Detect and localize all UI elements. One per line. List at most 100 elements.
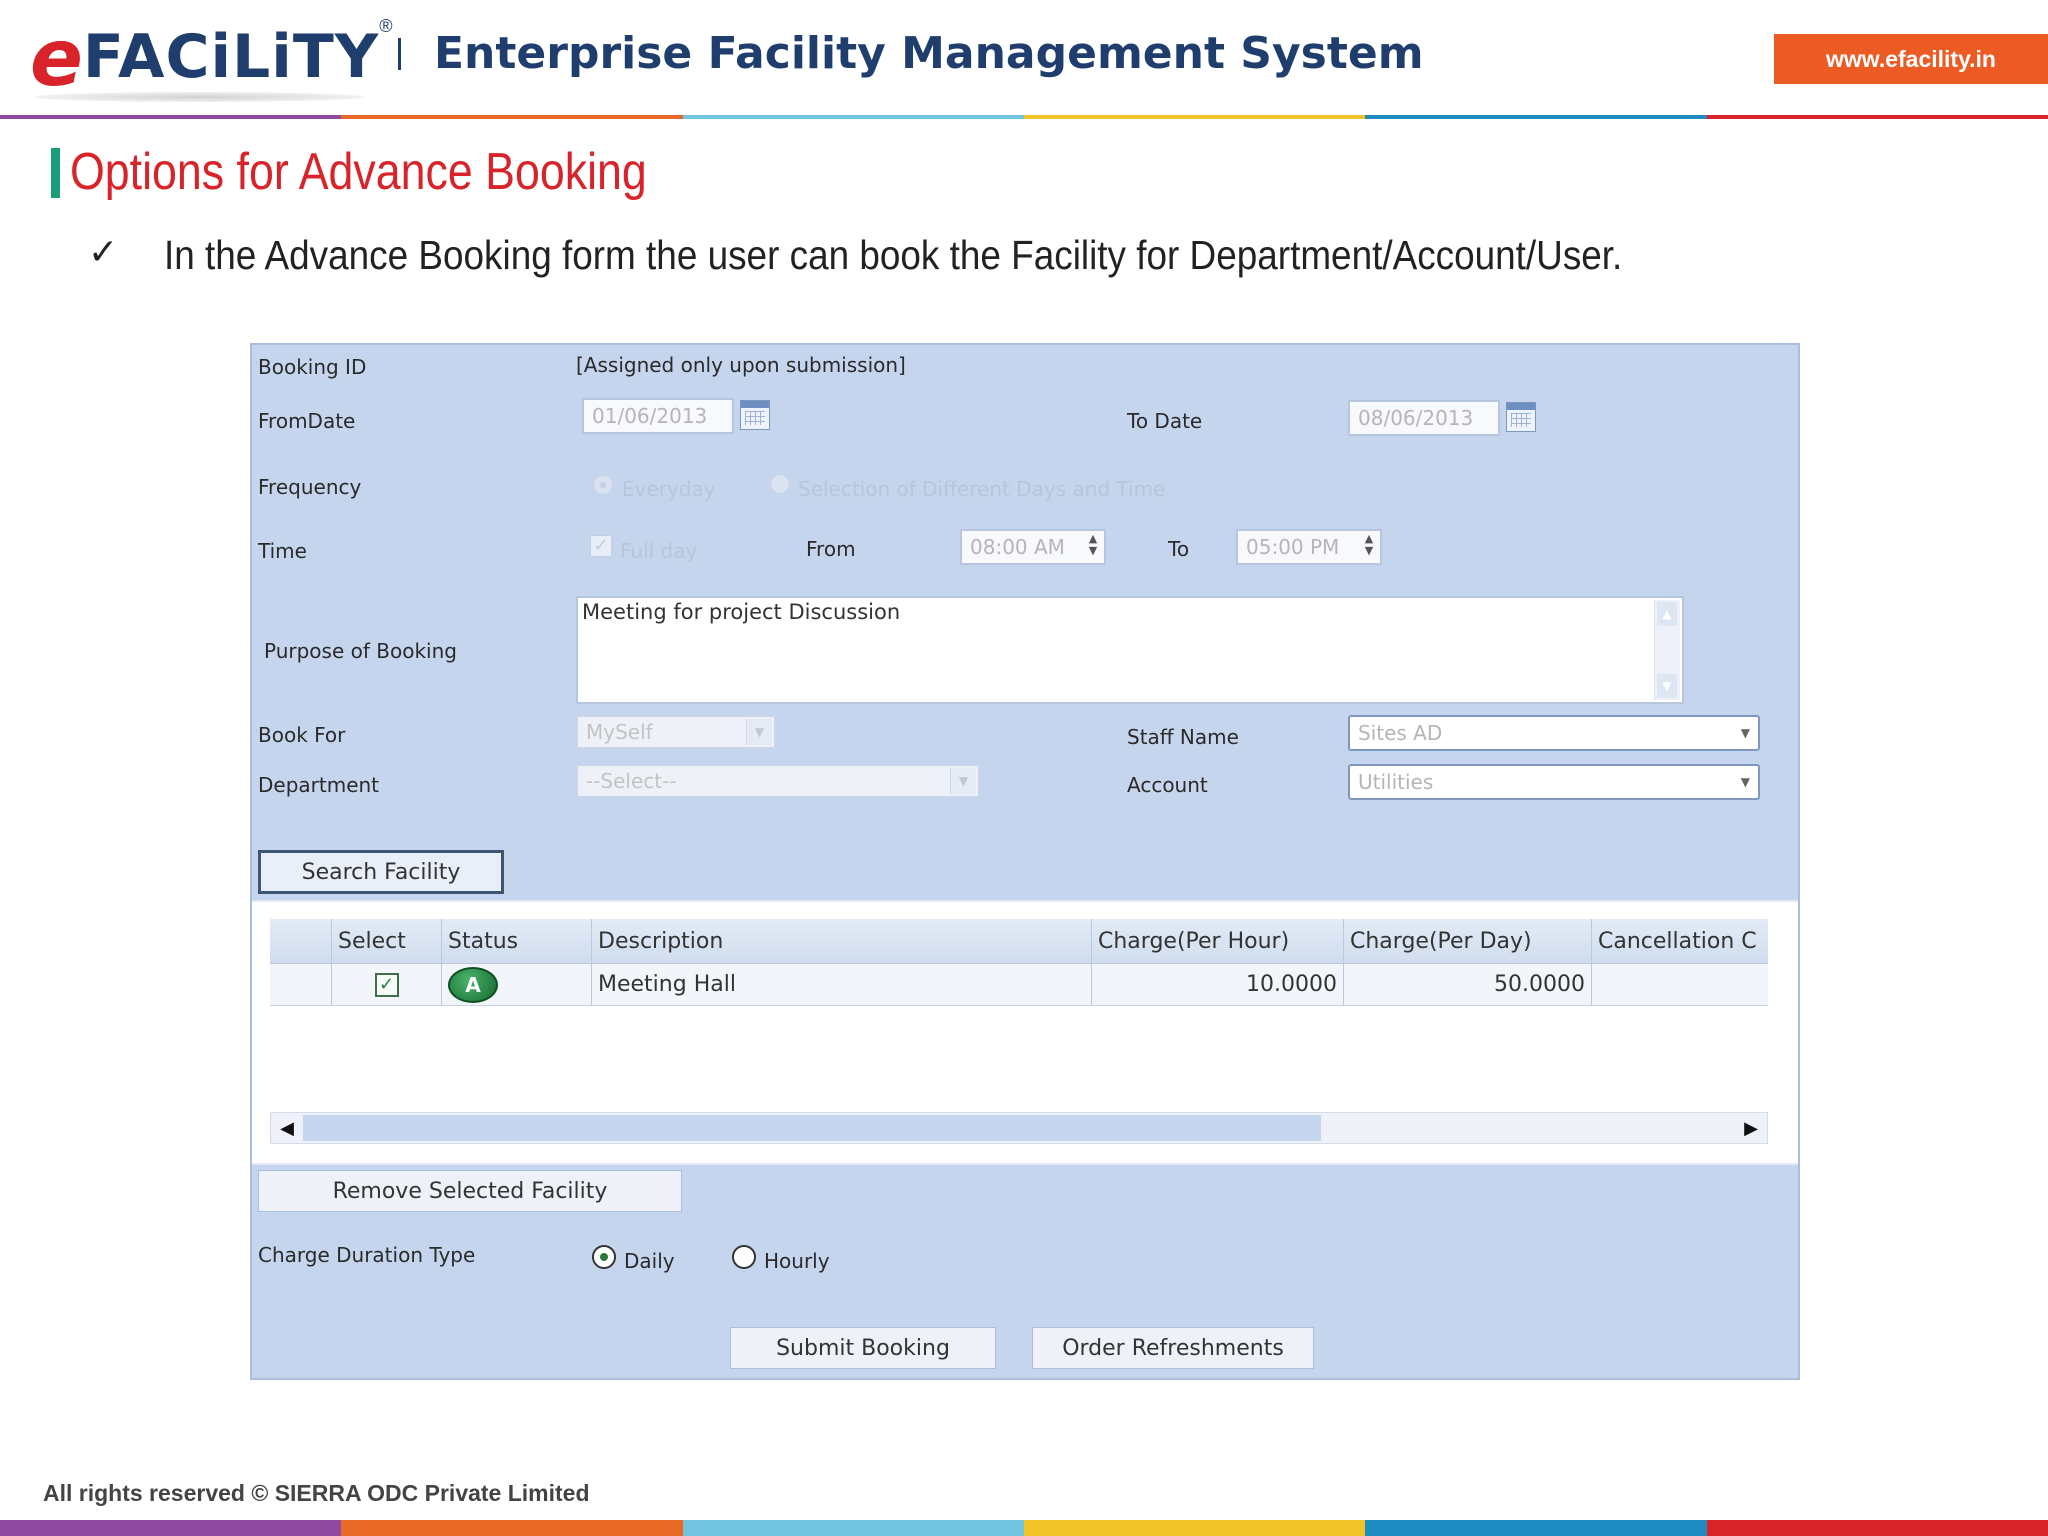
- section-title: Options for Advance Booking: [70, 143, 647, 201]
- full-day-checkbox[interactable]: ✓: [590, 535, 612, 557]
- book-for-label: Book For: [258, 723, 346, 747]
- scroll-up-icon[interactable]: ▲: [1657, 602, 1677, 626]
- bullet-text: In the Advance Booking form the user can…: [164, 232, 1623, 278]
- header-title: Enterprise Facility Management System: [434, 28, 1424, 79]
- calendar-icon[interactable]: [740, 400, 770, 430]
- checkmark-icon: ✓: [88, 232, 119, 273]
- chevron-down-icon: ▼: [950, 768, 976, 794]
- stripe-yellow: [1023, 1520, 1366, 1536]
- grid-header-blank: [270, 919, 332, 963]
- book-for-value: MySelf: [586, 720, 653, 744]
- department-select[interactable]: --Select-- ▼: [576, 764, 980, 798]
- to-date-input[interactable]: 08/06/2013: [1348, 400, 1500, 436]
- header-separator: [398, 38, 401, 70]
- spinner-icon[interactable]: ▲ ▼: [1362, 533, 1376, 559]
- footer-copyright: All rights reserved © SIERRA ODC Private…: [43, 1480, 590, 1506]
- staff-name-select[interactable]: Sites AD ▼: [1348, 715, 1760, 751]
- submit-booking-button[interactable]: Submit Booking: [730, 1327, 996, 1369]
- different-days-label: Selection of Different Days and Time: [798, 477, 1166, 501]
- stripe-red: [1706, 115, 2048, 119]
- row-charge-hour: 10.0000: [1092, 964, 1344, 1005]
- logo-wordmark: FACiLiTY: [82, 22, 380, 92]
- book-for-select[interactable]: MySelf ▼: [576, 715, 776, 749]
- daily-label: Daily: [624, 1249, 675, 1273]
- department-value: --Select--: [586, 769, 677, 793]
- row-select-cell[interactable]: ✓: [332, 964, 442, 1005]
- stripe-orange: [341, 1520, 683, 1536]
- charge-duration-label: Charge Duration Type: [258, 1243, 476, 1267]
- search-facility-button[interactable]: Search Facility: [258, 850, 504, 894]
- section-accent-bar: [51, 148, 60, 198]
- scrollbar-thumb[interactable]: [303, 1115, 1321, 1141]
- chevron-down-icon: ▼: [1740, 775, 1750, 789]
- scroll-right-icon[interactable]: ▶: [1737, 1115, 1765, 1141]
- stripe-purple: [0, 1520, 342, 1536]
- different-days-radio[interactable]: [770, 474, 790, 494]
- stripe-orange: [341, 115, 683, 119]
- hourly-label: Hourly: [764, 1249, 830, 1273]
- stripe-blue: [1365, 1520, 1707, 1536]
- advance-booking-form: Booking ID [Assigned only upon submissio…: [250, 343, 1800, 1380]
- from-date-input[interactable]: 01/06/2013: [582, 398, 734, 434]
- to-date-label: To Date: [1127, 409, 1203, 433]
- column-header-status[interactable]: Status: [442, 919, 592, 963]
- time-to-value: 05:00 PM: [1246, 535, 1340, 559]
- bottom-color-stripe: [0, 1520, 2048, 1536]
- time-to-input[interactable]: 05:00 PM ▲ ▼: [1236, 529, 1382, 565]
- account-label: Account: [1127, 773, 1208, 797]
- logo-e: e: [30, 14, 83, 104]
- hourly-radio[interactable]: [732, 1245, 756, 1269]
- full-day-label: Full day: [620, 539, 698, 563]
- everyday-radio[interactable]: [593, 475, 613, 495]
- table-row[interactable]: ✓ A Meeting Hall 10.0000 50.0000: [270, 964, 1768, 1006]
- booking-id-label: Booking ID: [258, 355, 367, 379]
- stripe-yellow: [1023, 115, 1366, 119]
- chevron-down-icon: ▼: [1740, 726, 1750, 740]
- grid-header: Select Status Description Charge(Per Hou…: [270, 919, 1768, 964]
- account-value: Utilities: [1358, 770, 1434, 794]
- column-header-charge-day[interactable]: Charge(Per Day): [1344, 919, 1592, 963]
- row-cancellation: [1592, 964, 1768, 1005]
- time-to-label: To: [1168, 537, 1190, 561]
- horizontal-scrollbar[interactable]: ◀ ▶: [270, 1112, 1768, 1144]
- row-description: Meeting Hall: [592, 964, 1092, 1005]
- efacility-logo: e FACiLiTY ®: [30, 14, 392, 104]
- account-select[interactable]: Utilities ▼: [1348, 764, 1760, 800]
- purpose-textarea[interactable]: Meeting for project Discussion ▲ ▼: [576, 596, 1684, 704]
- time-from-value: 08:00 AM: [970, 535, 1065, 559]
- website-link[interactable]: www.efacility.in: [1774, 34, 2048, 84]
- registered-mark: ®: [379, 16, 393, 36]
- everyday-label: Everyday: [622, 477, 716, 501]
- remove-facility-button[interactable]: Remove Selected Facility: [258, 1170, 682, 1212]
- booking-id-value: [Assigned only upon submission]: [576, 353, 906, 377]
- calendar-icon[interactable]: [1506, 402, 1536, 432]
- column-header-cancellation[interactable]: Cancellation C: [1592, 919, 1768, 963]
- textarea-scrollbar[interactable]: ▲ ▼: [1654, 600, 1680, 700]
- scroll-left-icon[interactable]: ◀: [273, 1115, 301, 1141]
- time-label: Time: [258, 539, 307, 563]
- stripe-purple: [0, 115, 342, 119]
- logo-shadow: [34, 92, 364, 102]
- department-label: Department: [258, 773, 380, 797]
- column-header-charge-hour[interactable]: Charge(Per Hour): [1092, 919, 1344, 963]
- stripe-blue: [1365, 115, 1707, 119]
- staff-name-value: Sites AD: [1358, 721, 1443, 745]
- stripe-lightblue: [682, 115, 1024, 119]
- time-from-input[interactable]: 08:00 AM ▲ ▼: [960, 529, 1106, 565]
- column-header-select[interactable]: Select: [332, 919, 442, 963]
- order-refreshments-button[interactable]: Order Refreshments: [1032, 1327, 1314, 1369]
- row-charge-day: 50.0000: [1344, 964, 1592, 1005]
- staff-name-label: Staff Name: [1127, 725, 1239, 749]
- column-header-description[interactable]: Description: [592, 919, 1092, 963]
- available-status-icon: A: [448, 966, 498, 1003]
- spinner-icon[interactable]: ▲ ▼: [1086, 533, 1100, 559]
- from-date-label: FromDate: [258, 409, 356, 433]
- chevron-down-icon: ▼: [746, 719, 772, 745]
- daily-radio[interactable]: [592, 1245, 616, 1269]
- scroll-down-icon[interactable]: ▼: [1657, 674, 1677, 698]
- purpose-label: Purpose of Booking: [264, 639, 457, 663]
- facility-grid: Select Status Description Charge(Per Hou…: [252, 900, 1798, 1165]
- stripe-lightblue: [682, 1520, 1024, 1536]
- row-select-checkbox[interactable]: ✓: [374, 972, 399, 997]
- frequency-label: Frequency: [258, 475, 362, 499]
